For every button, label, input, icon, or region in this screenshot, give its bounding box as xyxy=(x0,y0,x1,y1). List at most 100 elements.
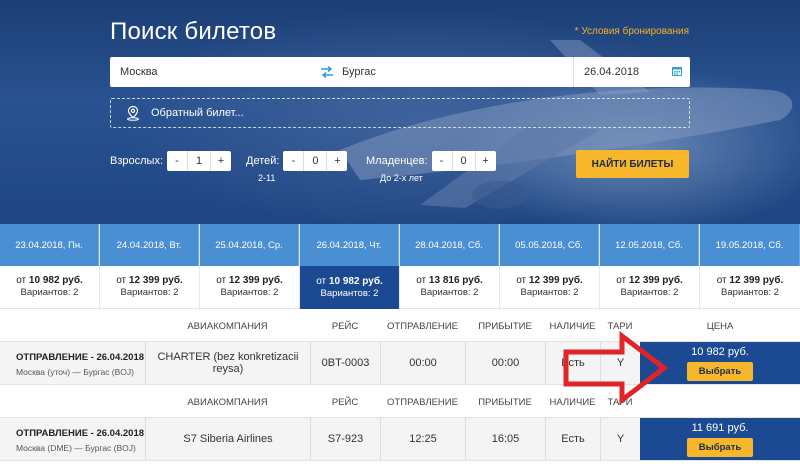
infants-label: Младенцев: xyxy=(366,155,428,167)
price-prefix: от xyxy=(116,275,127,286)
children-minus-button[interactable]: - xyxy=(283,151,303,171)
infants-minus-button[interactable]: - xyxy=(432,151,452,171)
children-age-hint: 2-11 xyxy=(258,173,276,183)
flight-number: 0BT-0003 xyxy=(310,342,380,384)
results-header-1: АВИАКОМПАНИЯ РЕЙС ОТПРАВЛЕНИЕ ПРИБЫТИЕ Н… xyxy=(0,311,800,341)
variants-count: Вариантов: 2 xyxy=(120,287,179,298)
date-option-date: 24.04.2018, Вт. xyxy=(100,224,199,266)
departure-time: 00:00 xyxy=(380,342,465,384)
column-departure: ОТПРАВЛЕНИЕ xyxy=(387,396,458,408)
date-option[interactable]: 25.04.2018, Ср. от 12 399 руб. Вариантов: … xyxy=(200,224,300,309)
price-prefix: от xyxy=(516,275,527,286)
adults-count[interactable]: 1 xyxy=(187,151,211,171)
search-bar: Москва Бургас 26.04.2018 xyxy=(110,57,690,87)
select-flight-button[interactable]: Выбрать xyxy=(687,361,753,381)
departure-time: 12:25 xyxy=(380,418,465,460)
children-selector: Детей: - 0 + xyxy=(246,151,348,171)
column-tariff: ТАРИ xyxy=(607,320,633,332)
return-ticket-toggle[interactable]: Обратный билет... xyxy=(110,98,690,128)
date-option-price: от 12 399 руб. Вариантов: 2 xyxy=(100,266,199,309)
route-text: Москва (уточ) — Бургас (BOJ) xyxy=(16,367,134,377)
price-prefix: от xyxy=(716,275,727,286)
booking-terms-link[interactable]: * Условия бронирования xyxy=(575,26,689,37)
result-row: ОТПРАВЛЕНИЕ - 26.04.2018 Москва (DME) — … xyxy=(0,417,800,461)
date-price-strip: 23.04.2018, Пн. от 10 982 руб. Вариантов: … xyxy=(0,224,800,309)
origin-field[interactable]: Москва xyxy=(110,57,312,87)
adults-stepper: - 1 + xyxy=(167,151,231,171)
departure-date-title: ОТПРАВЛЕНИЕ - 26.04.2018 xyxy=(16,428,145,439)
date-option-date: 28.04.2018, Сб. xyxy=(400,224,499,266)
children-count[interactable]: 0 xyxy=(303,151,328,171)
date-option-date: 12.05.2018, Сб. xyxy=(600,224,699,266)
date-option-price: от 12 399 руб. Вариантов: 2 xyxy=(700,266,800,309)
calendar-icon[interactable] xyxy=(672,66,682,79)
variants-count: Вариантов: 2 xyxy=(420,287,479,298)
min-price: 10 982 руб. xyxy=(28,275,83,286)
date-option[interactable]: 28.04.2018, Сб. от 13 816 руб. Вариантов: … xyxy=(400,224,500,309)
column-flight: РЕЙС xyxy=(331,396,359,408)
column-arrival: ПРИБЫТИЕ xyxy=(478,320,532,332)
date-option[interactable]: 26.04.2018, Чт. от 10 982 руб. Вариантов: … xyxy=(300,224,400,309)
column-arrival: ПРИБЫТИЕ xyxy=(478,396,532,408)
children-label: Детей: xyxy=(246,155,280,167)
select-flight-button[interactable]: Выбрать xyxy=(687,437,753,457)
date-option[interactable]: 19.05.2018, Сб. от 12 399 руб. Вариантов: … xyxy=(700,224,800,309)
variants-count: Вариантов: 2 xyxy=(20,287,79,298)
date-option-date: 26.04.2018, Чт. xyxy=(300,224,399,266)
infants-plus-button[interactable]: + xyxy=(476,151,496,171)
infants-count[interactable]: 0 xyxy=(451,151,476,171)
date-field[interactable]: 26.04.2018 xyxy=(574,57,690,87)
column-airline: АВИАКОМПАНИЯ xyxy=(187,320,268,332)
adults-selector: Взрослых: - 1 + xyxy=(110,151,231,171)
swap-icon[interactable] xyxy=(312,57,342,87)
date-option[interactable]: 24.04.2018, Вт. от 12 399 руб. Вариантов: … xyxy=(100,224,200,309)
price-prefix: от xyxy=(416,275,427,286)
column-departure: ОТПРАВЛЕНИЕ xyxy=(387,320,458,332)
date-value: 26.04.2018 xyxy=(584,66,640,78)
min-price: 12 399 руб. xyxy=(628,275,683,286)
date-option[interactable]: 12.05.2018, Сб. от 12 399 руб. Вариантов: … xyxy=(600,224,700,309)
date-option-price: от 12 399 руб. Вариантов: 2 xyxy=(200,266,299,309)
variants-count: Вариантов: 2 xyxy=(520,287,579,298)
date-option-date: 25.04.2018, Ср. xyxy=(200,224,299,266)
airline-name: CHARTER (bez konkretizacii reysa) xyxy=(145,342,310,384)
infants-age-hint: До 2-х лет xyxy=(380,173,423,183)
arrival-time: 16:05 xyxy=(465,418,545,460)
search-hero: Поиск билетов * Условия бронирования Мос… xyxy=(0,0,800,224)
min-price: 12 399 руб. xyxy=(228,275,283,286)
adults-plus-button[interactable]: + xyxy=(211,151,231,171)
departure-date-title: ОТПРАВЛЕНИЕ - 26.04.2018 xyxy=(16,352,145,363)
tariff-value: Y xyxy=(600,418,640,460)
variants-count: Вариантов: 2 xyxy=(620,287,679,298)
price-prefix: от xyxy=(316,275,327,287)
airline-name: S7 Siberia Airlines xyxy=(145,418,310,460)
price-prefix: от xyxy=(216,275,227,286)
min-price: 10 982 руб. xyxy=(328,275,383,287)
column-availability: НАЛИЧИЕ xyxy=(549,396,596,408)
date-option[interactable]: 05.05.2018, Сб. от 12 399 руб. Вариантов: … xyxy=(500,224,600,309)
min-price: 12 399 руб. xyxy=(528,275,583,286)
date-option[interactable]: 23.04.2018, Пн. от 10 982 руб. Вариантов: … xyxy=(0,224,100,309)
adults-minus-button[interactable]: - xyxy=(167,151,187,171)
return-ticket-label: Обратный билет... xyxy=(151,107,244,119)
children-plus-button[interactable]: + xyxy=(327,151,347,171)
find-tickets-button[interactable]: НАЙТИ БИЛЕТЫ xyxy=(576,150,689,178)
date-option-price: от 12 399 руб. Вариантов: 2 xyxy=(500,266,599,309)
price-prefix: от xyxy=(16,275,27,286)
location-pin-icon xyxy=(125,105,141,121)
date-option-price: от 10 982 руб. Вариантов: 2 xyxy=(0,266,99,309)
variants-count: Вариантов: 2 xyxy=(320,287,379,299)
route-text: Москва (DME) — Бургас (BOJ) xyxy=(16,443,136,453)
min-price: 13 816 руб. xyxy=(428,275,483,286)
min-price: 12 399 руб. xyxy=(128,275,183,286)
variants-count: Вариантов: 2 xyxy=(721,287,779,298)
column-availability: НАЛИЧИЕ xyxy=(549,320,596,332)
availability-value: Есть xyxy=(545,418,600,460)
destination-field[interactable]: Бургас xyxy=(342,57,574,87)
column-price: ЦЕНА xyxy=(706,320,734,332)
results-header-2: АВИАКОМПАНИЯ РЕЙС ОТПРАВЛЕНИЕ ПРИБЫТИЕ Н… xyxy=(0,387,800,417)
min-price: 12 399 руб. xyxy=(729,275,784,286)
infants-stepper: - 0 + xyxy=(431,151,496,171)
price-cell: 10 982 руб. Выбрать xyxy=(640,342,800,384)
price-prefix: от xyxy=(616,275,627,286)
